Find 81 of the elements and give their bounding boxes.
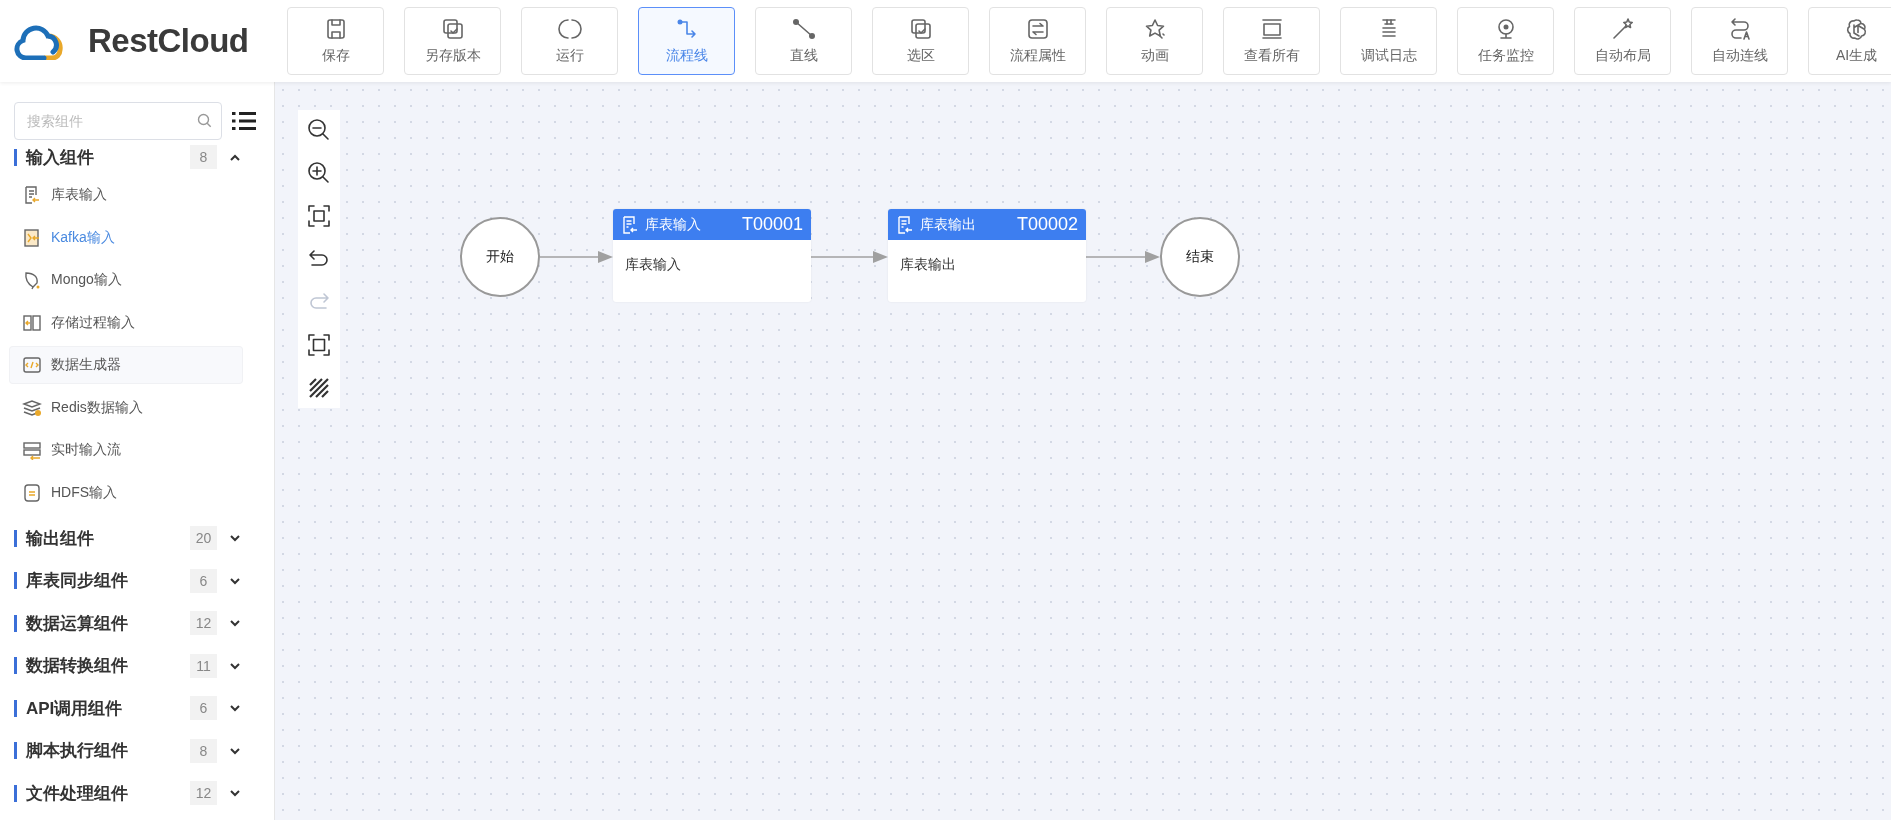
toolbar-button[interactable]: 动画 bbox=[1106, 7, 1203, 75]
component-item[interactable]: 数据生成器 bbox=[10, 347, 242, 383]
toolbar-button[interactable]: 自动布局 bbox=[1574, 7, 1671, 75]
group-title[interactable]: 输出组件 bbox=[26, 526, 190, 550]
document-icon bbox=[22, 185, 42, 205]
task-code: T00002 bbox=[1016, 214, 1078, 235]
line-icon bbox=[791, 17, 816, 41]
task-description: 库表输出 bbox=[900, 256, 956, 272]
wand-icon bbox=[1610, 17, 1635, 41]
cloud-logo-icon bbox=[14, 22, 66, 60]
count-badge: 12 bbox=[190, 611, 217, 636]
count-badge: 12 bbox=[190, 781, 217, 806]
count-badge: 6 bbox=[190, 696, 217, 721]
code-icon bbox=[22, 355, 42, 375]
group-title[interactable]: API调用组件 bbox=[26, 696, 190, 720]
toolbar-button[interactable]: 流程线 bbox=[638, 7, 735, 75]
group-title[interactable]: 输入组件 bbox=[26, 145, 190, 169]
search-icon[interactable] bbox=[197, 113, 212, 128]
toolbar-button[interactable]: 另存版本 bbox=[404, 7, 501, 75]
component-item[interactable]: HDFS输入 bbox=[10, 474, 242, 511]
document-icon bbox=[22, 227, 42, 248]
chevron-down-icon[interactable] bbox=[229, 619, 241, 628]
component-item[interactable]: 实时输入流 bbox=[10, 432, 242, 468]
fullscreen-icon[interactable] bbox=[307, 333, 331, 357]
count-badge: 6 bbox=[190, 568, 217, 593]
count-badge: 8 bbox=[190, 145, 217, 169]
chevron-down-icon[interactable] bbox=[229, 661, 241, 670]
group-title[interactable]: 数据运算组件 bbox=[26, 611, 190, 635]
end-node: 结束 bbox=[1160, 217, 1240, 297]
count-badge: 11 bbox=[190, 653, 217, 678]
count-badge: 20 bbox=[190, 526, 217, 551]
hatch-icon[interactable] bbox=[307, 376, 331, 400]
file-icon bbox=[22, 482, 42, 503]
group-title[interactable]: 库表同步组件 bbox=[26, 569, 190, 593]
component-item[interactable]: Kafka输入 bbox=[10, 219, 242, 256]
stream-icon bbox=[22, 440, 42, 460]
toolbar-button[interactable]: 保存 bbox=[287, 7, 384, 75]
component-item[interactable]: Mongo输入 bbox=[10, 262, 242, 298]
chevron-down-icon[interactable] bbox=[229, 704, 241, 713]
task-description: 库表输入 bbox=[625, 256, 681, 272]
component-item[interactable]: 存储过程输入 bbox=[10, 304, 242, 341]
search-field[interactable]: 搜索组件 bbox=[14, 102, 222, 140]
start-node: 开始 bbox=[460, 217, 540, 297]
task-title: 库表输入 bbox=[645, 215, 702, 234]
task-code: T00001 bbox=[741, 214, 803, 235]
toolbar-button[interactable]: 查看所有 bbox=[1223, 7, 1320, 75]
toolbar-button[interactable]: 调试日志 bbox=[1340, 7, 1437, 75]
leaf-icon bbox=[22, 270, 42, 290]
logo-text: RestCloud bbox=[88, 22, 249, 60]
count-badge: 8 bbox=[190, 738, 217, 763]
chevron-up-icon[interactable] bbox=[229, 153, 241, 161]
document-icon bbox=[896, 215, 914, 234]
chevron-down-icon[interactable] bbox=[229, 576, 241, 585]
list-icon[interactable] bbox=[232, 111, 256, 131]
toolbar-button[interactable]: 任务监控 bbox=[1457, 7, 1554, 75]
toolbar-button[interactable]: 选区 bbox=[872, 7, 969, 75]
toolbar-button[interactable]: 流程属性 bbox=[989, 7, 1086, 75]
group-title[interactable]: 脚本执行组件 bbox=[26, 739, 190, 763]
copy-icon bbox=[440, 17, 465, 41]
toolbar-button[interactable]: 自动连线 bbox=[1691, 7, 1788, 75]
chevron-down-icon[interactable] bbox=[229, 789, 241, 798]
toolbar-button[interactable]: 直线 bbox=[755, 7, 852, 75]
task-title: 库表输出 bbox=[920, 215, 977, 234]
toolbar-button[interactable]: AI生成 bbox=[1808, 7, 1891, 75]
window-icon bbox=[1259, 17, 1284, 41]
toolbar-button[interactable]: 运行 bbox=[521, 7, 618, 75]
database-icon bbox=[22, 397, 42, 418]
document-icon bbox=[621, 215, 639, 234]
zoom-out-icon[interactable] bbox=[307, 118, 331, 142]
select-icon bbox=[908, 17, 933, 41]
group-title[interactable]: 数据转换组件 bbox=[26, 654, 190, 678]
sliders-icon bbox=[1025, 17, 1050, 41]
knot-icon bbox=[1844, 17, 1869, 41]
fit-icon[interactable] bbox=[307, 204, 331, 228]
columns-icon bbox=[22, 312, 42, 333]
component-item[interactable]: Redis数据输入 bbox=[10, 389, 242, 426]
chevron-down-icon[interactable] bbox=[229, 534, 241, 543]
zoom-in-icon[interactable] bbox=[307, 161, 331, 185]
group-title[interactable]: 文件处理组件 bbox=[26, 781, 190, 805]
chevron-down-icon[interactable] bbox=[229, 746, 241, 755]
component-item[interactable]: 库表输入 bbox=[10, 177, 242, 213]
